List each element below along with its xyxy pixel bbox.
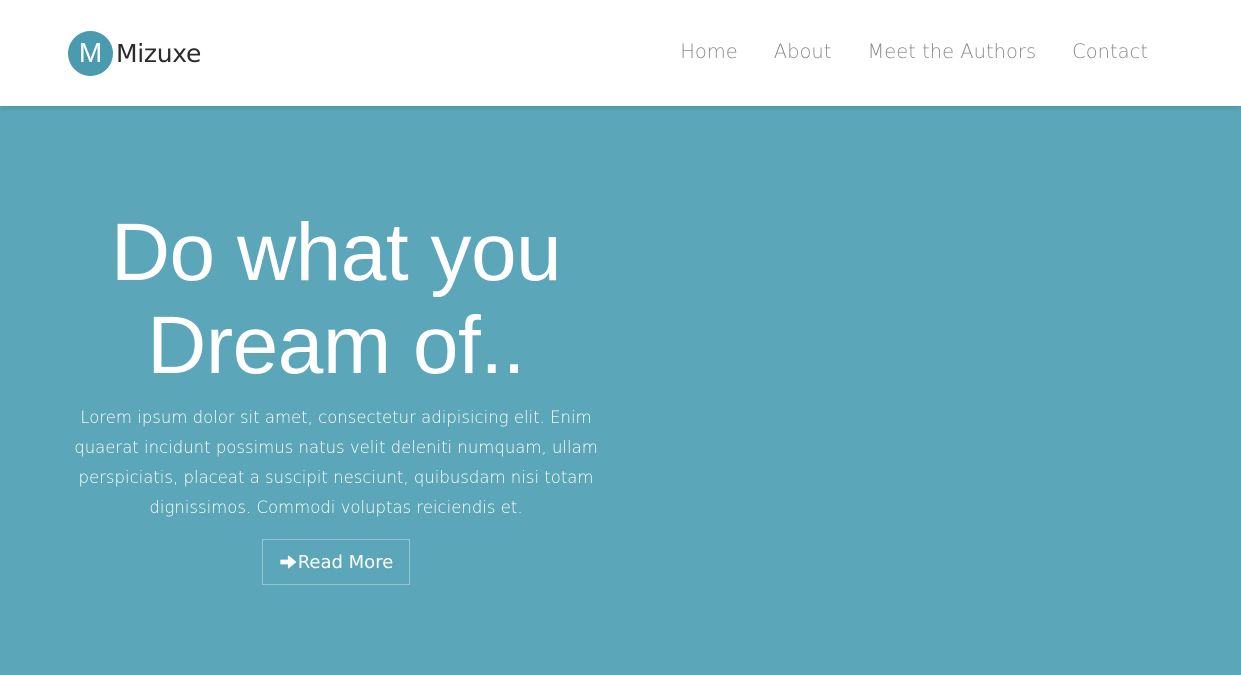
nav-item-about[interactable]: About [774,40,832,63]
main-nav: Home About Meet the Authors Contact [680,40,1148,63]
read-more-label: Read More [297,551,394,573]
hero-description: Lorem ipsum dolor sit amet, consectetur … [74,408,598,517]
nav-item-contact[interactable]: Contact [1072,40,1148,63]
hero-section: Do what you Dream of.. Lorem ipsum dolor… [0,106,1241,675]
read-more-button[interactable]: Read More [261,539,411,585]
hero-title-line-1: Do what you [110,207,562,298]
hero-content: Do what you Dream of.. Lorem ipsum dolor… [60,206,612,585]
arrow-right-icon [279,553,297,571]
hero-title-line-2: Dream of.. [147,300,525,391]
nav-item-meet-the-authors[interactable]: Meet the Authors [867,40,1036,63]
nav-item-home[interactable]: Home [680,40,738,63]
brand-name: Mizuxe [116,38,202,68]
brand-logo-badge: M [68,30,113,76]
navbar: M Mizuxe Home About Meet the Authors Con… [0,0,1241,106]
hero-title: Do what you Dream of.. [60,206,612,392]
brand-logo-link[interactable]: M Mizuxe [68,30,201,76]
